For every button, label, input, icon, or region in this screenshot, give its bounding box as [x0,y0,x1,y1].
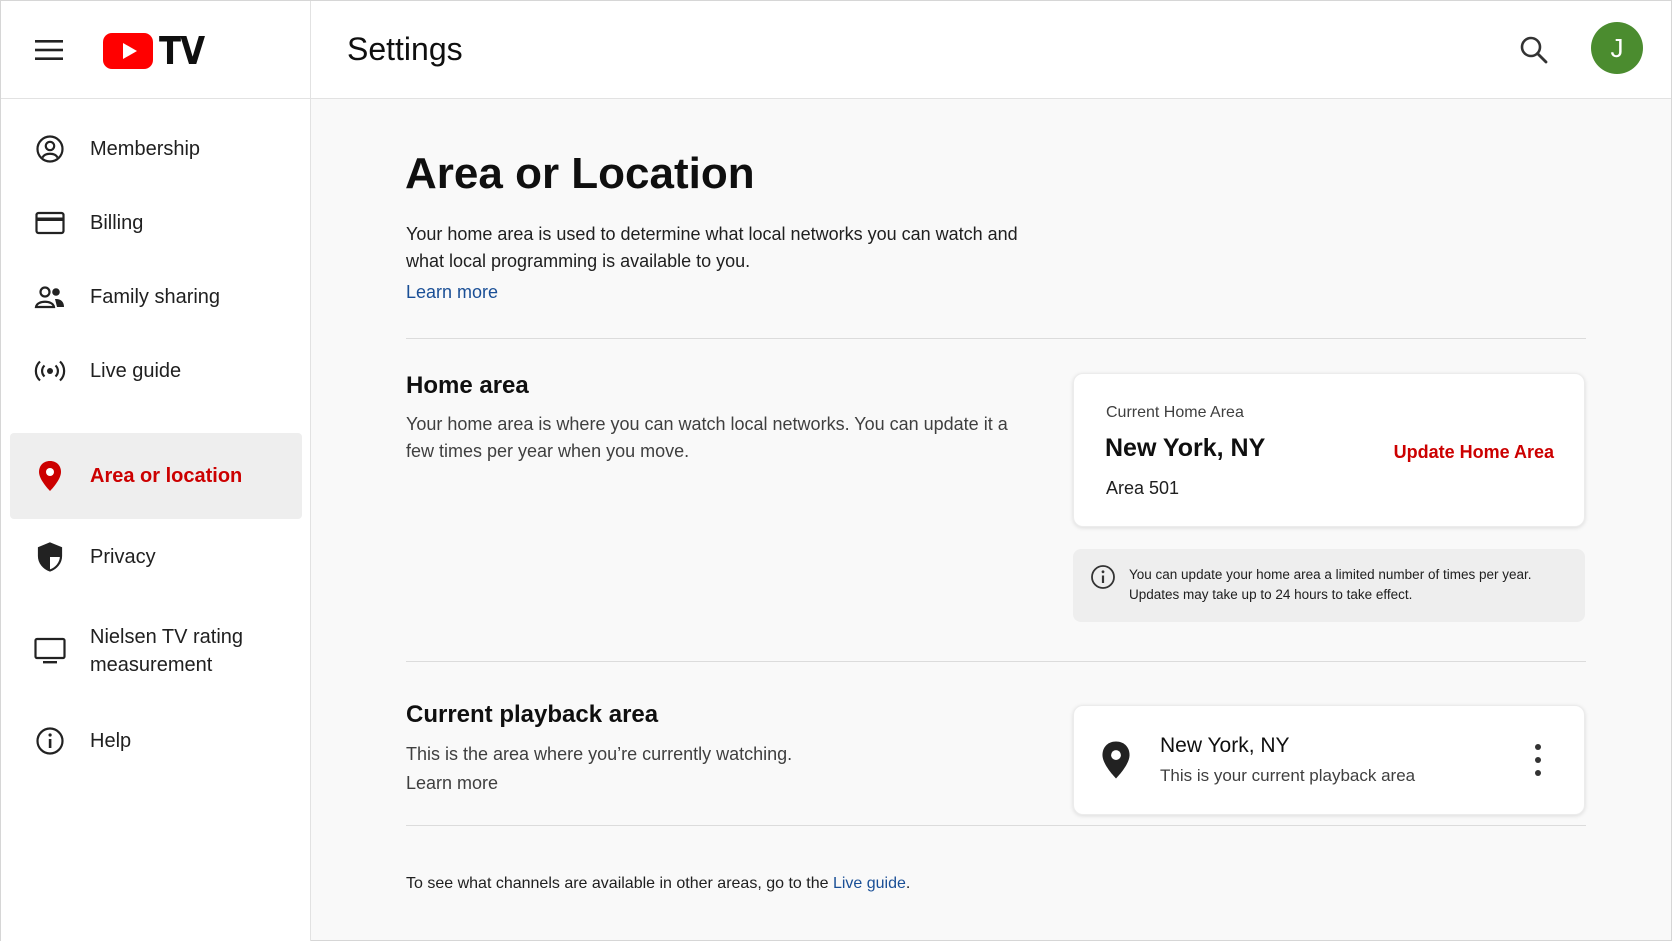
sidebar-item-label: Nielsen TV rating measurement [90,626,244,676]
main-content: Area or Location Your home area is used … [311,99,1672,941]
home-area-city: New York, NY [1105,434,1266,462]
playback-area-title: Current playback area [406,701,659,728]
sidebar-item-membership[interactable]: Membership [10,115,302,183]
info-icon [1091,565,1115,589]
learn-more-link[interactable]: Learn more [406,282,498,303]
divider [406,825,1586,826]
top-bar: TV Settings J [1,1,1671,99]
home-area-card: Current Home Area New York, NY Area 501 … [1073,373,1585,527]
page-header-title: Settings [347,31,463,67]
home-area-description: Your home area is where you can watch lo… [406,414,1008,461]
sidebar-item-label: Help [90,730,132,752]
current-home-area-label: Current Home Area [1106,404,1244,421]
home-area-code: Area 501 [1106,478,1180,498]
sidebar-item-help[interactable]: Help [10,707,302,775]
home-area-title: Home area [406,372,529,399]
live-guide-link[interactable]: Live guide [833,875,906,892]
credit-card-icon [34,207,66,239]
sidebar-item-privacy[interactable]: Privacy [10,523,302,591]
sidebar-item-label: Area or location [90,465,243,487]
footer-note-prefix: To see what channels are available in ot… [406,875,833,892]
sidebar-item-label: Live guide [90,360,182,382]
playback-city: New York, NY [1160,734,1290,757]
header-brand-area: TV [1,1,311,98]
playback-area-card: New York, NY This is your current playba… [1073,705,1585,815]
logo-text: TV [159,29,205,73]
sidebar: Membership Billing Family sharing Live g… [1,99,311,941]
sidebar-item-nielsen[interactable]: Nielsen TV rating measurement [10,603,302,699]
location-pin-icon [1102,741,1130,779]
sidebar-item-family-sharing[interactable]: Family sharing [10,263,302,331]
sidebar-item-label: Membership [90,138,201,160]
broadcast-icon [34,355,66,387]
sidebar-item-live-guide[interactable]: Live guide [10,337,302,405]
playback-area-description: This is the area where you’re currently … [406,744,793,764]
sidebar-item-label: Privacy [90,546,156,568]
update-home-area-button[interactable]: Update Home Area [1394,442,1554,463]
page-title: Area or Location [405,149,755,198]
playback-subtitle: This is your current playback area [1160,766,1416,785]
sidebar-item-area-or-location[interactable]: Area or location [10,433,302,519]
location-pin-icon [34,460,66,492]
sidebar-item-label: Family sharing [90,286,221,308]
footer-note: To see what channels are available in ot… [406,875,910,893]
shield-icon [34,541,66,573]
footer-note-suffix: . [905,875,911,892]
more-options-icon[interactable] [1528,744,1548,776]
sidebar-item-billing[interactable]: Billing [10,189,302,257]
menu-button[interactable] [31,33,67,67]
search-button[interactable] [1514,30,1554,70]
info-notice: You can update your home area a limited … [1073,549,1585,622]
info-notice-text: You can update your home area a limited … [1129,567,1532,602]
divider [406,338,1586,339]
sidebar-item-label: Billing [90,212,144,234]
search-icon [1520,36,1548,64]
monitor-icon [34,635,66,667]
info-icon [34,725,66,757]
people-icon [34,281,66,313]
youtube-play-icon [103,33,153,69]
app-window: TV Settings J Membership Billing Family … [0,0,1672,941]
hamburger-icon [35,40,63,60]
youtube-tv-logo[interactable]: TV [103,29,212,73]
account-circle-icon [34,133,66,165]
intro-text: Your home area is used to determine what… [406,224,1018,271]
avatar[interactable]: J [1591,22,1643,74]
playback-learn-more-link[interactable]: Learn more [406,770,498,797]
divider [406,661,1586,662]
